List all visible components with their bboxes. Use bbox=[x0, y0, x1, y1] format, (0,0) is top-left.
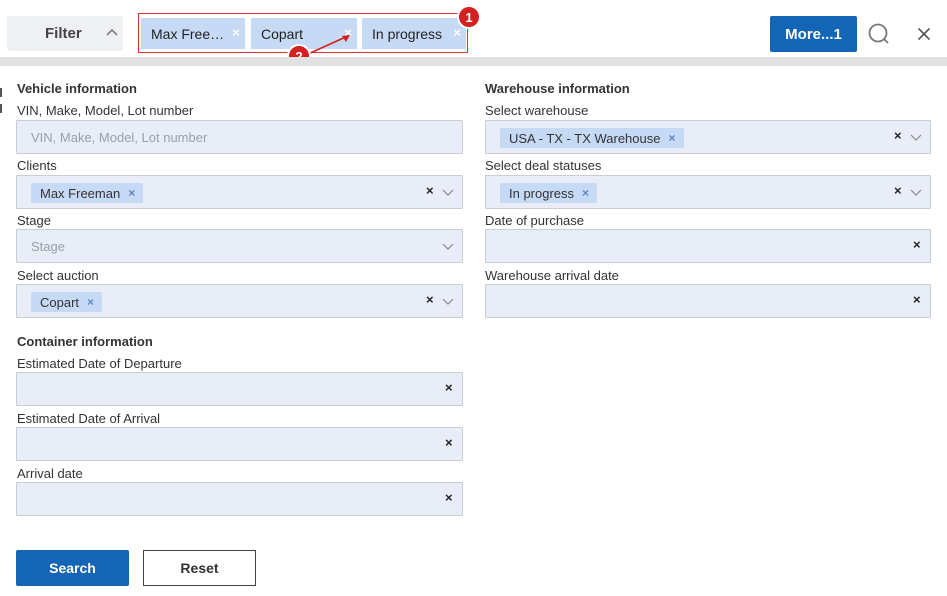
chevron-down-icon[interactable] bbox=[442, 298, 454, 306]
clear-icon[interactable]: × bbox=[426, 183, 434, 198]
chevron-down-icon[interactable] bbox=[910, 189, 922, 197]
toolbar-divider bbox=[0, 57, 947, 66]
more-filters-button[interactable]: More...1 bbox=[770, 16, 857, 52]
close-icon[interactable] bbox=[917, 27, 931, 41]
chip-label: Max Free… bbox=[151, 25, 225, 42]
selected-chip-status[interactable]: In progress × bbox=[500, 183, 598, 203]
chip-label: Copart bbox=[40, 294, 80, 310]
annotation-marker-1: 1 bbox=[457, 5, 481, 29]
close-icon[interactable]: × bbox=[582, 186, 589, 200]
clear-icon[interactable]: × bbox=[426, 292, 434, 307]
chevron-down-icon[interactable] bbox=[442, 189, 454, 197]
clients-select[interactable]: Max Freeman × × bbox=[16, 175, 463, 209]
edge-marker bbox=[0, 88, 2, 97]
search-button[interactable]: Search bbox=[16, 550, 129, 586]
warehouse-select[interactable]: USA - TX - TX Warehouse × × bbox=[485, 120, 931, 154]
deal-status-label: Select deal statuses bbox=[485, 158, 602, 173]
warehouse-section-title: Warehouse information bbox=[485, 81, 630, 96]
vehicle-section-title: Vehicle information bbox=[17, 81, 137, 96]
vin-label: VIN, Make, Model, Lot number bbox=[17, 103, 194, 118]
chip-label: In progress bbox=[372, 25, 443, 42]
clear-icon[interactable]: × bbox=[445, 380, 453, 395]
purchase-date-label: Date of purchase bbox=[485, 213, 585, 228]
stage-label: Stage bbox=[17, 213, 51, 228]
selected-chip-warehouse[interactable]: USA - TX - TX Warehouse × bbox=[500, 128, 684, 148]
reset-button[interactable]: Reset bbox=[143, 550, 256, 586]
chip-label: In progress bbox=[509, 185, 575, 201]
edge-marker bbox=[0, 104, 2, 113]
close-icon[interactable]: × bbox=[232, 25, 240, 40]
container-section-title: Container information bbox=[17, 334, 153, 349]
arrival-date-label: Arrival date bbox=[17, 466, 83, 481]
filter-toolbar: Filter Max Free… × Copart × In progress … bbox=[0, 0, 947, 68]
warehouse-arrival-date-input[interactable]: × bbox=[485, 284, 931, 318]
clients-label: Clients bbox=[17, 158, 57, 173]
clear-icon[interactable]: × bbox=[445, 435, 453, 450]
purchase-date-input[interactable]: × bbox=[485, 229, 931, 263]
active-chip-status[interactable]: In progress × bbox=[362, 18, 466, 49]
chevron-down-icon[interactable] bbox=[442, 243, 454, 251]
filter-toggle-button[interactable]: Filter bbox=[7, 16, 123, 51]
chevron-down-icon[interactable] bbox=[910, 134, 922, 142]
close-icon[interactable]: × bbox=[87, 295, 94, 309]
stage-placeholder: Stage bbox=[31, 239, 65, 254]
clear-icon[interactable]: × bbox=[913, 237, 921, 252]
close-icon[interactable]: × bbox=[128, 186, 135, 200]
departure-date-input[interactable]: × bbox=[16, 372, 463, 406]
stage-select[interactable]: Stage bbox=[16, 229, 463, 263]
arrival-estimate-date-input[interactable]: × bbox=[16, 427, 463, 461]
chevron-up-icon bbox=[106, 29, 118, 36]
chip-label: USA - TX - TX Warehouse bbox=[509, 130, 661, 146]
clear-icon[interactable]: × bbox=[913, 292, 921, 307]
active-chip-client[interactable]: Max Free… × bbox=[141, 18, 245, 49]
vin-input[interactable]: VIN, Make, Model, Lot number bbox=[16, 120, 463, 154]
arrival-estimate-label: Estimated Date of Arrival bbox=[17, 411, 161, 426]
vin-placeholder: VIN, Make, Model, Lot number bbox=[31, 130, 208, 145]
warehouse-arrival-label: Warehouse arrival date bbox=[485, 268, 619, 283]
auction-select[interactable]: Copart × × bbox=[16, 284, 463, 318]
chip-label: Max Freeman bbox=[40, 185, 121, 201]
departure-label: Estimated Date of Departure bbox=[17, 356, 182, 371]
close-icon[interactable]: × bbox=[453, 25, 461, 40]
close-icon[interactable]: × bbox=[668, 131, 675, 145]
filter-label: Filter bbox=[45, 25, 82, 42]
search-icon[interactable] bbox=[867, 22, 891, 46]
arrival-date-input[interactable]: × bbox=[16, 482, 463, 516]
clear-icon[interactable]: × bbox=[445, 490, 453, 505]
chip-label: Copart bbox=[261, 25, 304, 42]
selected-chip-auction[interactable]: Copart × bbox=[31, 292, 103, 312]
deal-status-select[interactable]: In progress × × bbox=[485, 175, 931, 209]
auction-label: Select auction bbox=[17, 268, 99, 283]
clear-icon[interactable]: × bbox=[894, 183, 902, 198]
selected-chip-client[interactable]: Max Freeman × bbox=[31, 183, 144, 203]
warehouse-label: Select warehouse bbox=[485, 103, 589, 118]
clear-icon[interactable]: × bbox=[894, 128, 902, 143]
